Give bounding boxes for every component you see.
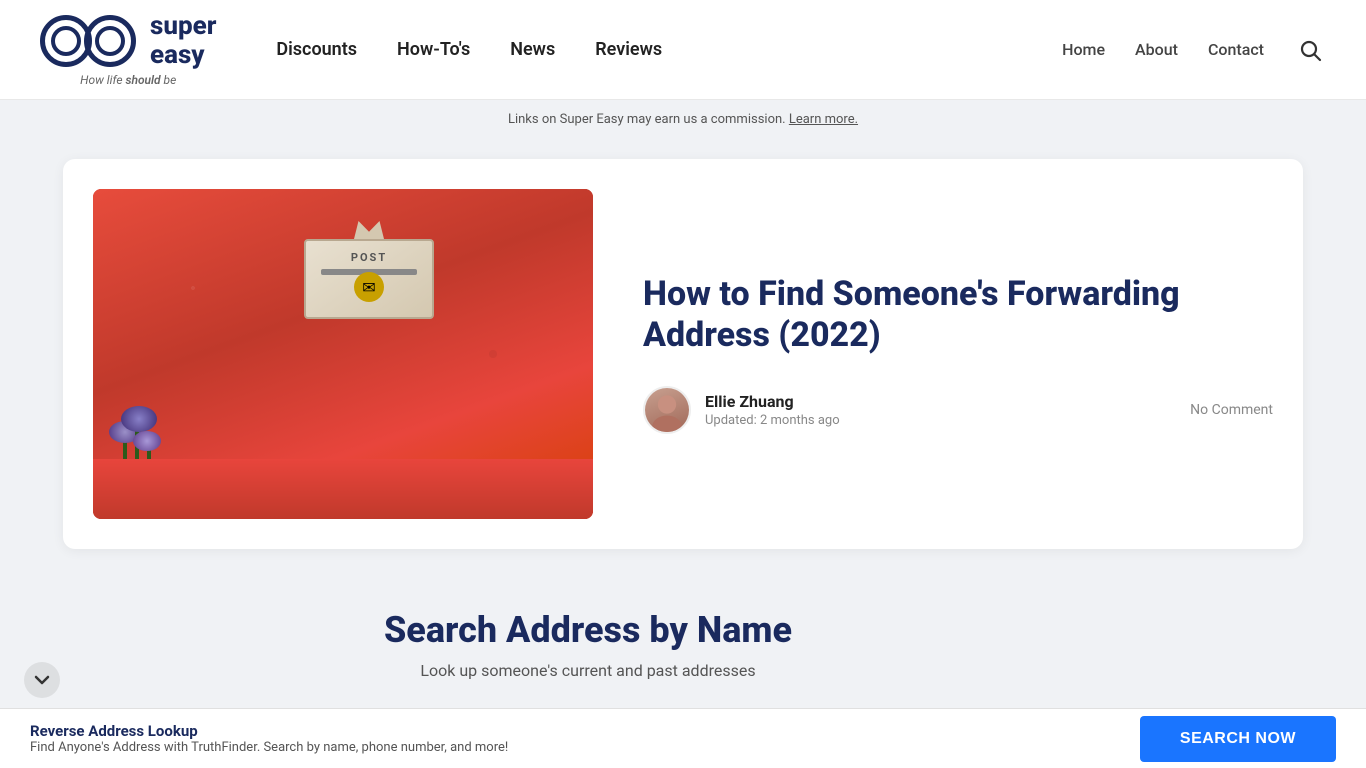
nav-howtos[interactable]: How-To's xyxy=(397,39,470,60)
image-ledge xyxy=(93,459,593,519)
bottom-bar-title: Reverse Address Lookup xyxy=(30,722,508,740)
nav-about[interactable]: About xyxy=(1135,40,1178,59)
primary-nav: Discounts How-To's News Reviews xyxy=(276,39,1062,60)
author-details: Ellie Zhuang Updated: 2 months ago xyxy=(705,392,840,428)
article-image: POST ✉ xyxy=(93,189,593,519)
logo-text: super easy xyxy=(150,12,216,69)
bottom-bar-content: Reverse Address Lookup Find Anyone's Add… xyxy=(30,722,508,755)
nav-home[interactable]: Home xyxy=(1062,40,1105,59)
nav-reviews[interactable]: Reviews xyxy=(595,39,662,60)
logo-tagline: How life should be xyxy=(80,73,176,87)
nav-discounts[interactable]: Discounts xyxy=(276,39,357,60)
nav-news[interactable]: News xyxy=(510,39,555,60)
logo[interactable]: super easy How life should be xyxy=(40,12,216,87)
author-avatar-inner xyxy=(645,388,689,432)
main-content: POST ✉ How to Find Someone's Forwarding … xyxy=(33,159,1333,730)
avatar-icon xyxy=(645,386,689,434)
logo-icon: super easy xyxy=(40,12,216,69)
nav-contact[interactable]: Contact xyxy=(1208,40,1264,59)
chevron-down-icon xyxy=(34,672,50,688)
secondary-nav: Home About Contact xyxy=(1062,34,1326,66)
logo-easy-text: easy xyxy=(150,41,216,70)
plant-head-3 xyxy=(133,431,161,451)
author-avatar xyxy=(643,386,691,434)
mailbox-post-label: POST xyxy=(351,251,387,264)
logo-super-text: super xyxy=(150,12,216,41)
comment-count: No Comment xyxy=(1190,402,1273,418)
learn-more-link[interactable]: Learn more. xyxy=(789,112,858,127)
site-header: super easy How life should be Discounts … xyxy=(0,0,1366,100)
mailbox-crown xyxy=(354,221,384,239)
bottom-bar: Reverse Address Lookup Find Anyone's Add… xyxy=(0,708,1366,768)
article-info: How to Find Someone's Forwarding Address… xyxy=(643,274,1273,434)
author-date: Updated: 2 months ago xyxy=(705,413,840,428)
mailbox-body: POST ✉ xyxy=(304,239,434,319)
logo-circle-right xyxy=(84,15,136,67)
search-widget: Search Address by Name Look up someone's… xyxy=(223,569,953,730)
search-button[interactable] xyxy=(1294,34,1326,66)
chevron-down-button[interactable] xyxy=(24,662,60,698)
article-image-inner: POST ✉ xyxy=(93,189,593,519)
plant-head-2 xyxy=(121,406,157,432)
article-card: POST ✉ How to Find Someone's Forwarding … xyxy=(63,159,1303,549)
search-now-button[interactable]: SEARCH NOW xyxy=(1140,716,1336,762)
commission-bar: Links on Super Easy may earn us a commis… xyxy=(0,100,1366,139)
mailbox: POST ✉ xyxy=(304,239,434,329)
article-title: How to Find Someone's Forwarding Address… xyxy=(643,274,1273,356)
logo-circles xyxy=(40,15,136,67)
commission-text: Links on Super Easy may earn us a commis… xyxy=(508,112,786,127)
author-name: Ellie Zhuang xyxy=(705,392,840,411)
search-widget-title: Search Address by Name xyxy=(273,609,903,651)
search-icon xyxy=(1298,38,1322,62)
bottom-bar-subtitle: Find Anyone's Address with TruthFinder. … xyxy=(30,740,508,755)
author-row: Ellie Zhuang Updated: 2 months ago No Co… xyxy=(643,386,1273,434)
search-widget-subtitle: Look up someone's current and past addre… xyxy=(273,661,903,680)
mailbox-emblem: ✉ xyxy=(354,272,384,302)
